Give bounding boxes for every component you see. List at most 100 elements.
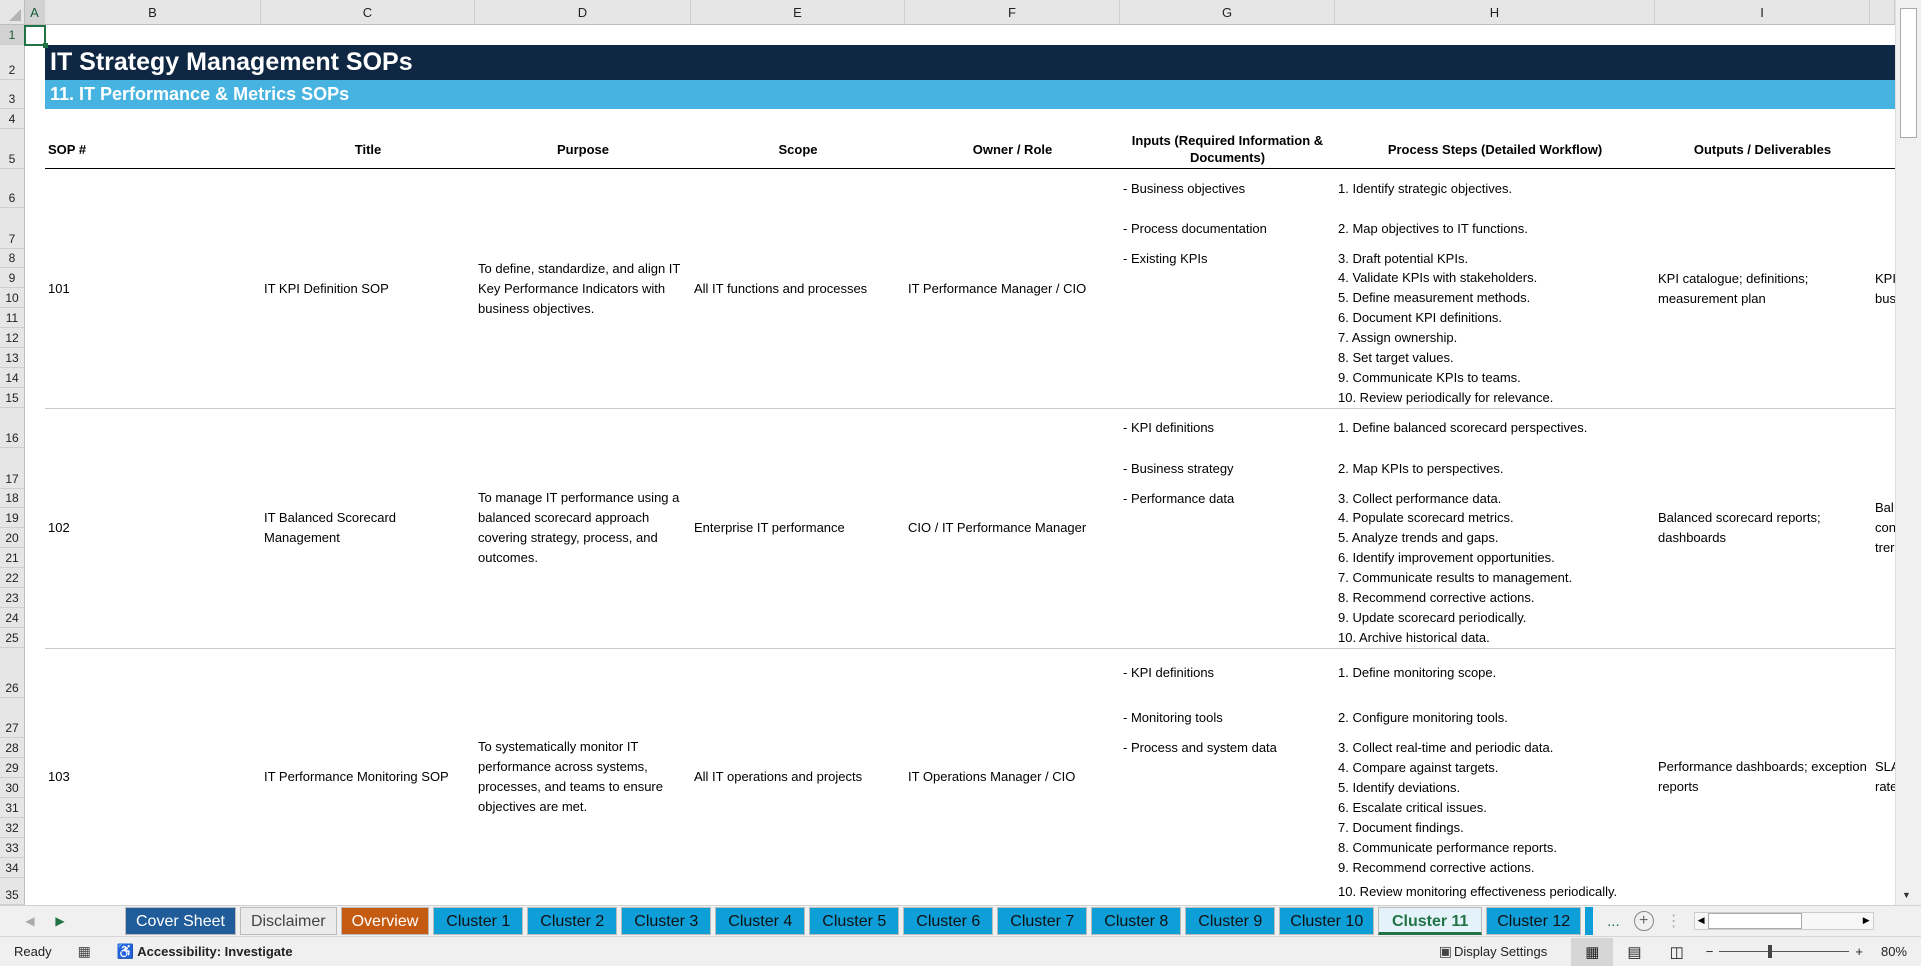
zoom-slider-thumb[interactable] xyxy=(1768,945,1773,958)
zoom-out-button[interactable]: − xyxy=(1706,944,1714,959)
scroll-down-arrow-icon[interactable]: ▼ xyxy=(1902,890,1911,900)
column-header[interactable]: I xyxy=(1655,0,1870,25)
hscroll-left-icon[interactable]: ◀ xyxy=(1698,915,1705,926)
row-header[interactable]: 26 xyxy=(0,648,25,698)
macro-recording-icon[interactable]: ▦ xyxy=(78,943,91,960)
zoom-in-button[interactable]: + xyxy=(1855,944,1863,959)
select-all-corner[interactable] xyxy=(0,0,25,25)
sop-sop-cell[interactable]: 101 xyxy=(45,169,261,408)
row-header[interactable]: 29 xyxy=(0,758,25,778)
row-header[interactable]: 5 xyxy=(0,129,25,169)
sheet-tab-disclaimer[interactable]: Disclaimer xyxy=(239,907,337,935)
normal-view-icon[interactable]: ▦ xyxy=(1571,937,1614,966)
row-header[interactable]: 30 xyxy=(0,778,25,798)
row-header[interactable]: 11 xyxy=(0,308,25,328)
sheet-tab-cluster-2[interactable]: Cluster 2 xyxy=(527,907,618,935)
sheet-tab-cluster-11[interactable]: Cluster 11 xyxy=(1378,907,1483,935)
column-header[interactable]: D xyxy=(475,0,691,25)
sop-owner-cell[interactable]: IT Operations Manager / CIO xyxy=(905,648,1120,905)
column-header[interactable]: E xyxy=(691,0,905,25)
splitter-handle[interactable]: ⋮ xyxy=(1666,911,1682,931)
next-column-cell[interactable]: SLA rate xyxy=(1870,648,1895,905)
row-header[interactable]: 6 xyxy=(0,169,25,208)
sop-scope-cell[interactable]: All IT operations and projects xyxy=(691,648,905,905)
zoom-slider[interactable] xyxy=(1719,945,1850,958)
sheet-tab-cluster-10[interactable]: Cluster 10 xyxy=(1279,907,1375,935)
row-header[interactable]: 18 xyxy=(0,489,25,508)
sop-purpose-cell[interactable]: To systematically monitor IT performance… xyxy=(475,648,691,905)
column-header[interactable]: G xyxy=(1120,0,1335,25)
vertical-scrollbar[interactable]: ▼ xyxy=(1895,0,1921,905)
worksheet-grid[interactable]: ABCDEFGHI 1 2 3 4 5 6 7 8 9 10 11 12 13 14 15 16 17 18 19 2… xyxy=(0,0,1895,905)
sop-scope-cell[interactable]: All IT functions and processes xyxy=(691,169,905,408)
tab-scroll-right-icon[interactable]: ▶ xyxy=(45,914,75,928)
sheet-tab-cluster-1[interactable]: Cluster 1 xyxy=(433,907,524,935)
row-header[interactable]: 2 xyxy=(0,45,25,80)
row-header[interactable]: 24 xyxy=(0,608,25,628)
hscroll-right-icon[interactable]: ▶ xyxy=(1863,915,1870,926)
accessibility-status[interactable]: Accessibility: Investigate xyxy=(137,944,292,959)
sheet-tab-cluster-9[interactable]: Cluster 9 xyxy=(1185,907,1276,935)
sheet-tab-cluster-5[interactable]: Cluster 5 xyxy=(809,907,900,935)
sheet-tab-cluster-3[interactable]: Cluster 3 xyxy=(621,907,712,935)
row-header[interactable]: 27 xyxy=(0,698,25,738)
add-sheet-icon[interactable]: + xyxy=(1633,911,1654,931)
row-header[interactable]: 32 xyxy=(0,818,25,838)
zoom-level[interactable]: 80% xyxy=(1881,944,1907,959)
column-header[interactable] xyxy=(1870,0,1895,25)
column-header[interactable]: B xyxy=(45,0,261,25)
tab-scroll-left-icon[interactable]: ◀ xyxy=(15,914,45,928)
sop-title-cell[interactable]: IT Performance Monitoring SOP xyxy=(261,648,475,905)
horizontal-scrollbar[interactable]: ◀ ▶ xyxy=(1693,912,1874,930)
page-break-preview-icon[interactable]: ◫ xyxy=(1656,938,1698,966)
row-header[interactable]: 20 xyxy=(0,528,25,548)
sheet-tab-cluster-6[interactable]: Cluster 6 xyxy=(903,907,994,935)
row-header[interactable]: 10 xyxy=(0,288,25,308)
row-header[interactable]: 8 xyxy=(0,249,25,268)
column-header[interactable]: F xyxy=(905,0,1120,25)
sop-purpose-cell[interactable]: To define, standardize, and align IT Key… xyxy=(475,169,691,408)
sop-title-cell[interactable]: IT KPI Definition SOP xyxy=(261,169,475,408)
row-header[interactable]: 23 xyxy=(0,588,25,608)
row-header[interactable]: 4 xyxy=(0,109,25,129)
sheet-tab-overview[interactable]: Overview xyxy=(340,907,430,935)
scrollbar-thumb[interactable] xyxy=(1900,8,1917,138)
row-header[interactable]: 25 xyxy=(0,628,25,648)
row-header[interactable]: 17 xyxy=(0,448,25,489)
row-header[interactable]: 16 xyxy=(0,408,25,448)
row-header[interactable]: 15 xyxy=(0,388,25,408)
row-header[interactable]: 1 xyxy=(0,25,25,45)
row-header[interactable]: 3 xyxy=(0,80,25,109)
row-header[interactable]: 22 xyxy=(0,568,25,588)
column-header[interactable]: C xyxy=(261,0,475,25)
row-header[interactable]: 12 xyxy=(0,328,25,348)
row-header[interactable]: 34 xyxy=(0,858,25,878)
sheet-tab-cluster-7[interactable]: Cluster 7 xyxy=(997,907,1088,935)
display-settings-icon[interactable]: ▣ xyxy=(1439,943,1452,960)
next-column-cell[interactable]: Bal con trer xyxy=(1870,408,1895,648)
row-header[interactable]: 33 xyxy=(0,838,25,858)
column-header[interactable]: H xyxy=(1335,0,1655,25)
row-header[interactable]: 21 xyxy=(0,548,25,568)
page-layout-view-icon[interactable]: ▤ xyxy=(1613,938,1655,966)
column-header[interactable]: A xyxy=(25,0,45,25)
active-cell-a1[interactable] xyxy=(24,25,48,48)
row-header[interactable]: 35 xyxy=(0,878,25,905)
display-settings-button[interactable]: Display Settings xyxy=(1454,944,1547,959)
sop-owner-cell[interactable]: IT Performance Manager / CIO xyxy=(905,169,1120,408)
sop-title-cell[interactable]: IT Balanced Scorecard Management xyxy=(261,408,475,648)
sop-purpose-cell[interactable]: To manage IT performance using a balance… xyxy=(475,408,691,648)
more-tabs-button[interactable]: ... xyxy=(1607,913,1620,930)
row-header[interactable]: 28 xyxy=(0,738,25,758)
row-header[interactable]: 7 xyxy=(0,208,25,249)
row-header[interactable]: 9 xyxy=(0,268,25,288)
row-header[interactable]: 13 xyxy=(0,348,25,368)
sop-owner-cell[interactable]: CIO / IT Performance Manager xyxy=(905,408,1120,648)
row-header[interactable]: 19 xyxy=(0,508,25,528)
sop-scope-cell[interactable]: Enterprise IT performance xyxy=(691,408,905,648)
accessibility-icon[interactable]: ♿ xyxy=(117,943,134,960)
hscroll-thumb[interactable] xyxy=(1707,913,1802,929)
sheet-tab-cover-sheet[interactable]: Cover Sheet xyxy=(125,907,236,935)
sheet-tab-cluster-4[interactable]: Cluster 4 xyxy=(715,907,806,935)
sop-sop-cell[interactable]: 102 xyxy=(45,408,261,648)
